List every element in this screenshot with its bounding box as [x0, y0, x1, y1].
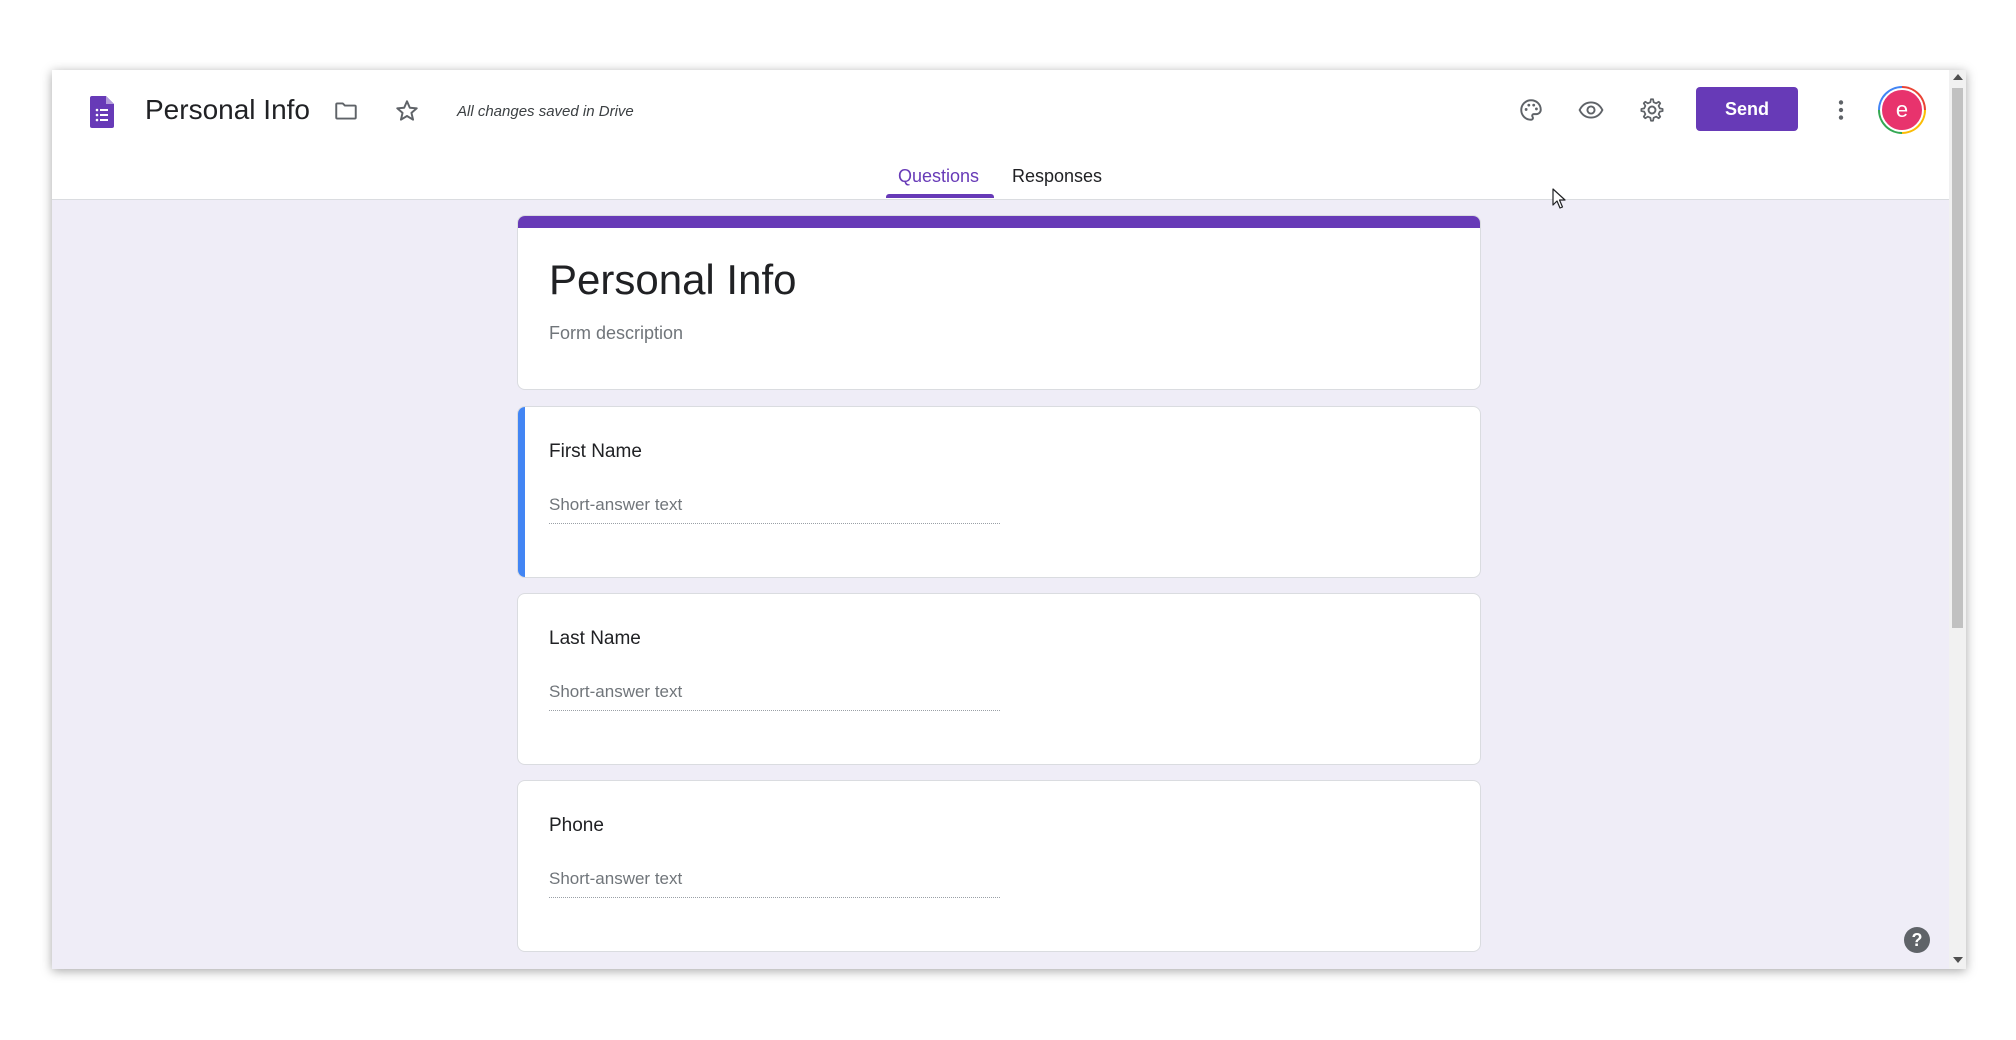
scrollbar-thumb[interactable]: [1952, 88, 1963, 628]
preview-button[interactable]: [1571, 90, 1611, 130]
more-options-button[interactable]: [1821, 90, 1861, 130]
save-status: All changes saved in Drive: [457, 103, 634, 120]
scroll-down-arrow-icon[interactable]: [1953, 957, 1963, 963]
send-button[interactable]: Send: [1696, 87, 1798, 131]
tab-questions[interactable]: Questions: [898, 166, 979, 187]
question-card-last-name[interactable]: Last Name Short-answer text: [517, 593, 1481, 765]
document-title[interactable]: Personal Info: [145, 94, 310, 126]
mouse-pointer-icon: [1552, 188, 1566, 209]
avatar-letter: e: [1880, 88, 1924, 132]
question-title[interactable]: Last Name: [549, 628, 641, 650]
question-title[interactable]: First Name: [549, 441, 642, 463]
app-window: Personal Info All changes saved in Drive: [52, 70, 1966, 969]
top-bar: Personal Info All changes saved in Drive: [52, 70, 1949, 209]
star-button[interactable]: [387, 91, 427, 131]
theme-accent-bar: [518, 216, 1480, 228]
selected-question-indicator: [518, 407, 525, 577]
eye-icon: [1578, 101, 1604, 119]
active-tab-indicator: [886, 194, 994, 198]
question-card-phone[interactable]: Phone Short-answer text: [517, 780, 1481, 952]
move-to-folder-button[interactable]: [326, 91, 366, 131]
short-answer-field: Short-answer text: [549, 869, 1000, 898]
form-description-field[interactable]: Form description: [549, 323, 683, 344]
forms-logo-icon[interactable]: [90, 96, 114, 128]
next-card-edge: [517, 966, 1481, 969]
form-title[interactable]: Personal Info: [549, 256, 797, 304]
tab-responses[interactable]: Responses: [1012, 166, 1102, 187]
customize-theme-button[interactable]: [1511, 90, 1551, 130]
more-vert-icon: [1838, 100, 1844, 120]
question-title[interactable]: Phone: [549, 815, 604, 837]
star-icon: [396, 100, 418, 121]
question-card-first-name[interactable]: First Name Short-answer text: [517, 406, 1481, 578]
form-header-card[interactable]: Personal Info Form description: [517, 215, 1481, 390]
short-answer-field: Short-answer text: [549, 682, 1000, 711]
help-button[interactable]: ?: [1904, 927, 1930, 953]
account-avatar[interactable]: e: [1878, 86, 1926, 134]
vertical-scrollbar[interactable]: [1949, 70, 1966, 969]
folder-icon: [335, 102, 357, 120]
settings-button[interactable]: [1632, 90, 1672, 130]
scroll-up-arrow-icon[interactable]: [1953, 74, 1963, 80]
gear-icon: [1640, 98, 1664, 122]
palette-icon: [1520, 99, 1542, 121]
short-answer-field: Short-answer text: [549, 495, 1000, 524]
